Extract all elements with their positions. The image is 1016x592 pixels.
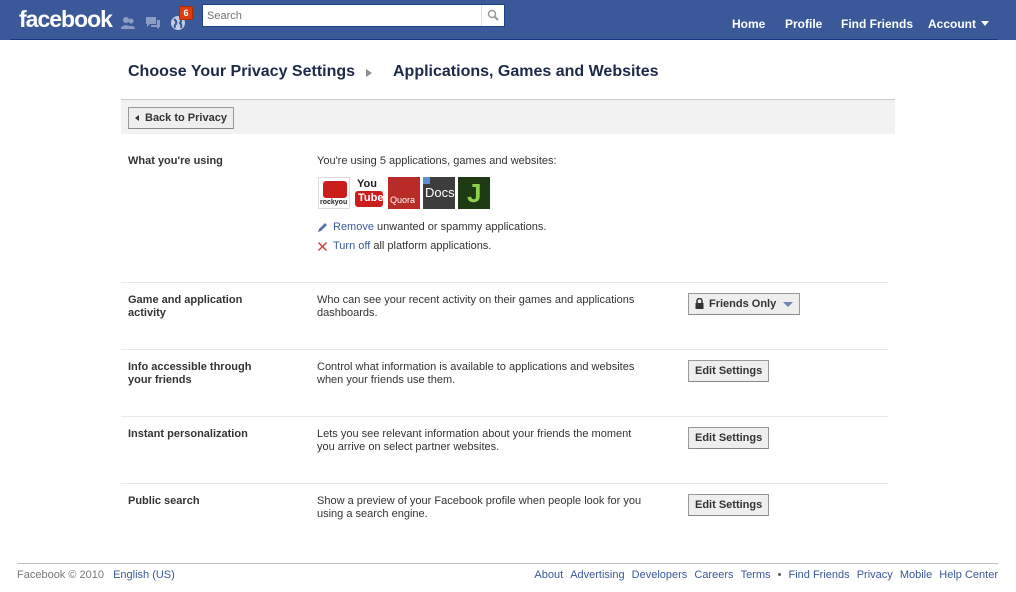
breadcrumb-privacy-settings[interactable]: Choose Your Privacy Settings	[128, 63, 355, 81]
messages-icon[interactable]	[145, 15, 161, 31]
quora-icon[interactable]: Quora	[388, 177, 420, 209]
youtube-icon[interactable]: You Tube	[353, 177, 385, 209]
footer-link-terms[interactable]: Terms	[741, 569, 771, 581]
nav-profile[interactable]: Profile	[785, 17, 822, 31]
red-x-icon	[318, 242, 327, 251]
facebook-logo[interactable]: facebook	[19, 6, 113, 33]
pencil-icon	[318, 223, 327, 232]
search-box	[202, 4, 505, 27]
language-link[interactable]: English (US)	[113, 569, 175, 581]
divider	[121, 349, 888, 350]
footer-left: Facebook © 2010 English (US)	[17, 569, 175, 581]
copyright: Facebook © 2010	[17, 569, 104, 581]
footer-link-privacy[interactable]: Privacy	[857, 569, 893, 581]
public-search-label: Public search	[128, 495, 200, 507]
action-bar: Back to Privacy	[121, 99, 895, 134]
search-button[interactable]	[481, 5, 504, 26]
nav-home[interactable]: Home	[732, 17, 765, 31]
game-activity-label: Game and application activity	[128, 294, 243, 319]
search-input[interactable]	[203, 5, 481, 26]
instant-personalization-edit-settings-button[interactable]: Edit Settings	[688, 427, 770, 449]
divider	[121, 416, 888, 417]
footer-link-about[interactable]: About	[534, 569, 563, 581]
privacy-friends-only-dropdown[interactable]: Friends Only	[688, 293, 800, 315]
remove-apps-line: Remove unwanted or spammy applications.	[317, 221, 546, 233]
footer-link-help-center[interactable]: Help Center	[939, 569, 998, 581]
public-search-description: Show a preview of your Facebook profile …	[317, 495, 642, 520]
footer-links: About Advertising Developers Careers Ter…	[530, 569, 998, 581]
footer-divider	[17, 563, 998, 564]
info-accessible-description: Control what information is available to…	[317, 361, 635, 386]
back-button-label: Back to Privacy	[145, 112, 227, 124]
footer-link-developers[interactable]: Developers	[632, 569, 688, 581]
info-accessible-label: Info accessible through your friends	[128, 361, 252, 386]
divider	[121, 282, 888, 283]
remove-text: unwanted or spammy applications.	[377, 221, 547, 233]
using-label: What you're using	[128, 155, 223, 167]
back-arrow-icon	[135, 115, 139, 121]
footer-link-mobile[interactable]: Mobile	[900, 569, 932, 581]
chevron-down-icon	[981, 21, 989, 26]
public-search-edit-settings-button[interactable]: Edit Settings	[688, 494, 770, 516]
footer-separator: •	[777, 569, 782, 581]
instant-personalization-label: Instant personalization	[128, 428, 248, 440]
privacy-dropdown-label: Friends Only	[709, 298, 777, 310]
nav-account-label: Account	[928, 17, 976, 31]
friend-requests-icon[interactable]	[120, 15, 136, 31]
turnoff-apps-line: Turn off all platform applications.	[317, 240, 491, 252]
turnoff-text: all platform applications.	[373, 240, 492, 252]
j-app-icon[interactable]: J	[458, 177, 490, 209]
back-to-privacy-button[interactable]: Back to Privacy	[128, 107, 234, 129]
instant-personalization-description: Lets you see relevant information about …	[317, 428, 632, 453]
header: facebook 6 Home Profile Find Friends Acc…	[10, 0, 998, 40]
turn-off-link[interactable]: Turn off	[333, 240, 370, 252]
lock-icon	[695, 298, 704, 309]
page-title: Applications, Games and Websites	[393, 63, 659, 80]
breadcrumb-arrow-icon	[366, 69, 372, 77]
nav-account[interactable]: Account	[928, 17, 989, 31]
footer-link-advertising[interactable]: Advertising	[570, 569, 624, 581]
footer-link-find-friends[interactable]: Find Friends	[789, 569, 850, 581]
rockyou-icon[interactable]: rockyou	[318, 177, 350, 209]
nav-find-friends[interactable]: Find Friends	[841, 17, 913, 31]
docs-icon[interactable]: Docs	[423, 177, 455, 209]
chevron-down-icon	[783, 302, 793, 307]
divider	[121, 483, 888, 484]
notification-badge[interactable]: 6	[179, 6, 193, 20]
footer-link-careers[interactable]: Careers	[694, 569, 733, 581]
game-activity-description: Who can see your recent activity on thei…	[317, 294, 635, 319]
info-accessible-edit-settings-button[interactable]: Edit Settings	[688, 360, 770, 382]
remove-link[interactable]: Remove	[333, 221, 374, 233]
search-icon	[487, 9, 499, 21]
using-description: You're using 5 applications, games and w…	[317, 155, 557, 167]
